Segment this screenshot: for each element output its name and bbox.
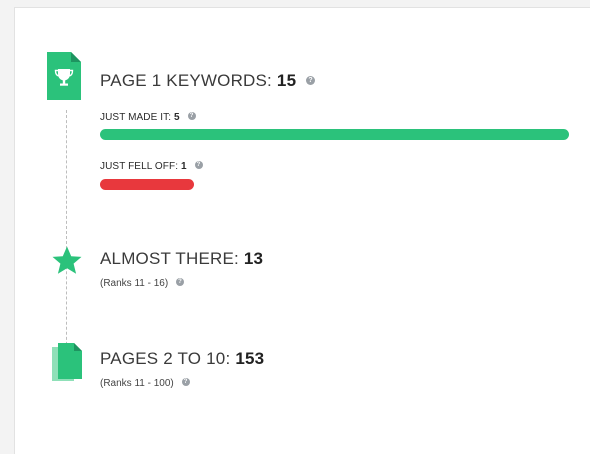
just-fell-off-count: 1 xyxy=(180,161,187,172)
pages-2-10-ranks: (Ranks 11 - 100) ? xyxy=(100,378,190,389)
star-icon xyxy=(52,246,82,274)
help-icon[interactable]: ? xyxy=(187,112,196,121)
help-icon[interactable]: ? xyxy=(194,161,203,170)
pages-2-10-label: PAGES 2 TO 10: xyxy=(100,349,231,368)
page1-keywords-label: PAGE 1 KEYWORDS: xyxy=(100,71,272,90)
just-fell-off-label: JUST FELL OFF: xyxy=(100,161,179,172)
pages-2-10-ranks-text: (Ranks 11 - 100) xyxy=(100,378,174,389)
pages-icon xyxy=(52,343,82,381)
almost-there-ranks: (Ranks 11 - 16) ? xyxy=(100,278,184,289)
help-icon[interactable]: ? xyxy=(306,76,316,86)
keyword-summary-card: PAGE 1 KEYWORDS: 15 ? JUST MADE IT: 5 ? … xyxy=(14,7,590,454)
almost-there-label: ALMOST THERE: xyxy=(100,249,239,268)
just-made-it-label: JUST MADE IT: xyxy=(100,112,172,123)
page1-keywords-count: 15 xyxy=(276,71,297,90)
pages-2-10-heading: PAGES 2 TO 10: 153 xyxy=(100,349,264,369)
just-fell-off-bar xyxy=(100,179,194,190)
almost-there-count: 13 xyxy=(243,249,264,268)
page1-keywords-heading: PAGE 1 KEYWORDS: 15 ? xyxy=(100,71,316,91)
timeline-connector xyxy=(66,110,67,360)
pages-2-10-count: 153 xyxy=(235,349,265,368)
almost-there-heading: ALMOST THERE: 13 xyxy=(100,249,263,269)
just-made-it-heading: JUST MADE IT: 5 ? xyxy=(100,112,196,123)
just-made-it-bar xyxy=(100,129,569,140)
help-icon[interactable]: ? xyxy=(175,278,184,287)
just-fell-off-heading: JUST FELL OFF: 1 ? xyxy=(100,161,203,172)
help-icon[interactable]: ? xyxy=(181,378,190,387)
trophy-document-icon xyxy=(47,52,81,100)
almost-there-ranks-text: (Ranks 11 - 16) xyxy=(100,278,169,289)
just-made-it-count: 5 xyxy=(174,112,180,123)
